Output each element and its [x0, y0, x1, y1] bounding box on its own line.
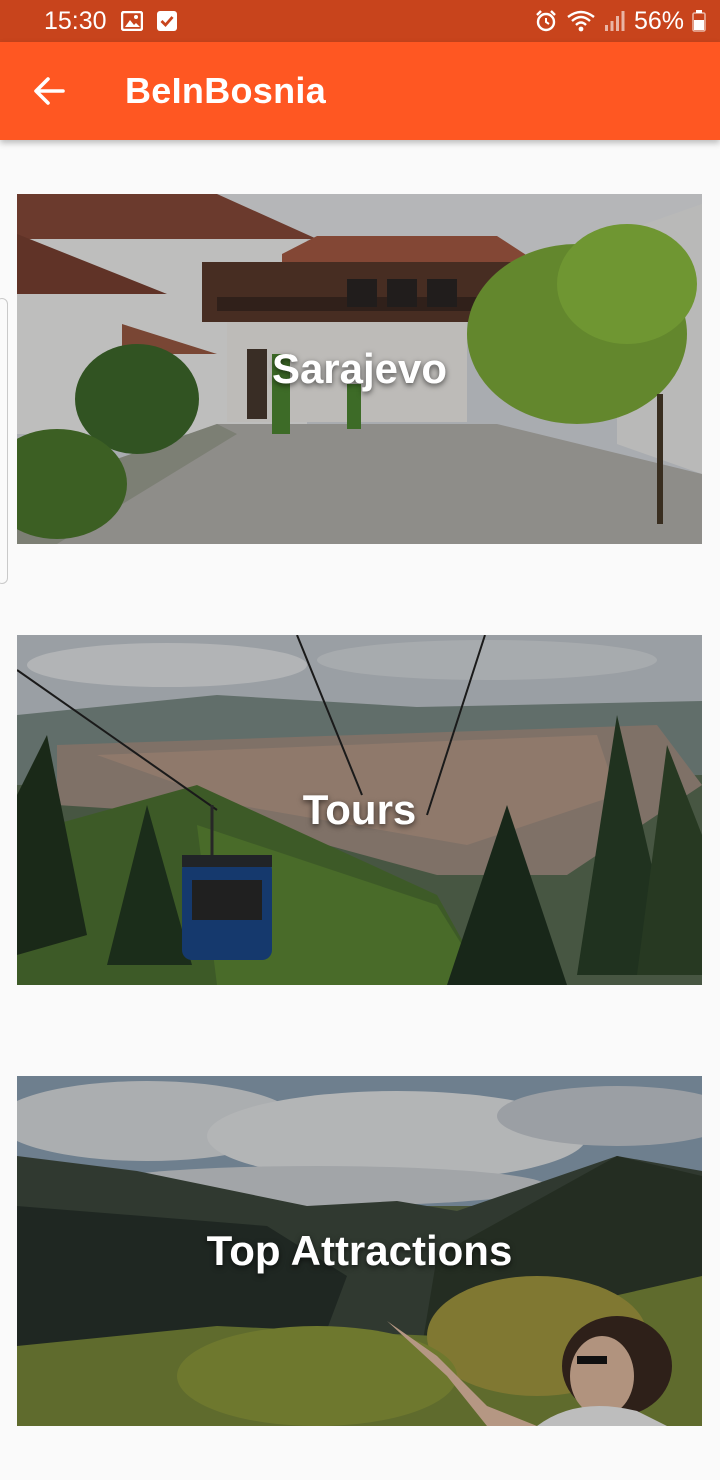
battery-icon	[692, 10, 706, 32]
check-box-icon	[156, 11, 177, 31]
edge-panel-handle[interactable]	[0, 298, 8, 584]
card-top-attractions[interactable]: Top Attractions	[17, 1076, 702, 1426]
card-label-tours: Tours	[302, 786, 417, 833]
image-icon	[120, 11, 143, 31]
card-label-sarajevo: Sarajevo	[271, 345, 448, 392]
card-sarajevo[interactable]: Sarajevo	[17, 194, 702, 544]
alarm-icon	[534, 9, 558, 33]
wifi-icon	[566, 9, 596, 33]
app-bar: BeInBosnia	[0, 42, 720, 140]
arrow-back-icon	[34, 77, 65, 105]
signal-icon	[604, 10, 626, 32]
battery-percent: 56%	[633, 6, 684, 35]
app-title: BeInBosnia	[125, 70, 327, 111]
back-button[interactable]	[21, 63, 77, 119]
card-label-top-attractions: Top Attractions	[206, 1227, 513, 1274]
status-time: 15:30	[44, 6, 107, 35]
status-bar: 15:30 56%	[0, 0, 720, 42]
card-tours[interactable]: Tours	[17, 635, 702, 985]
